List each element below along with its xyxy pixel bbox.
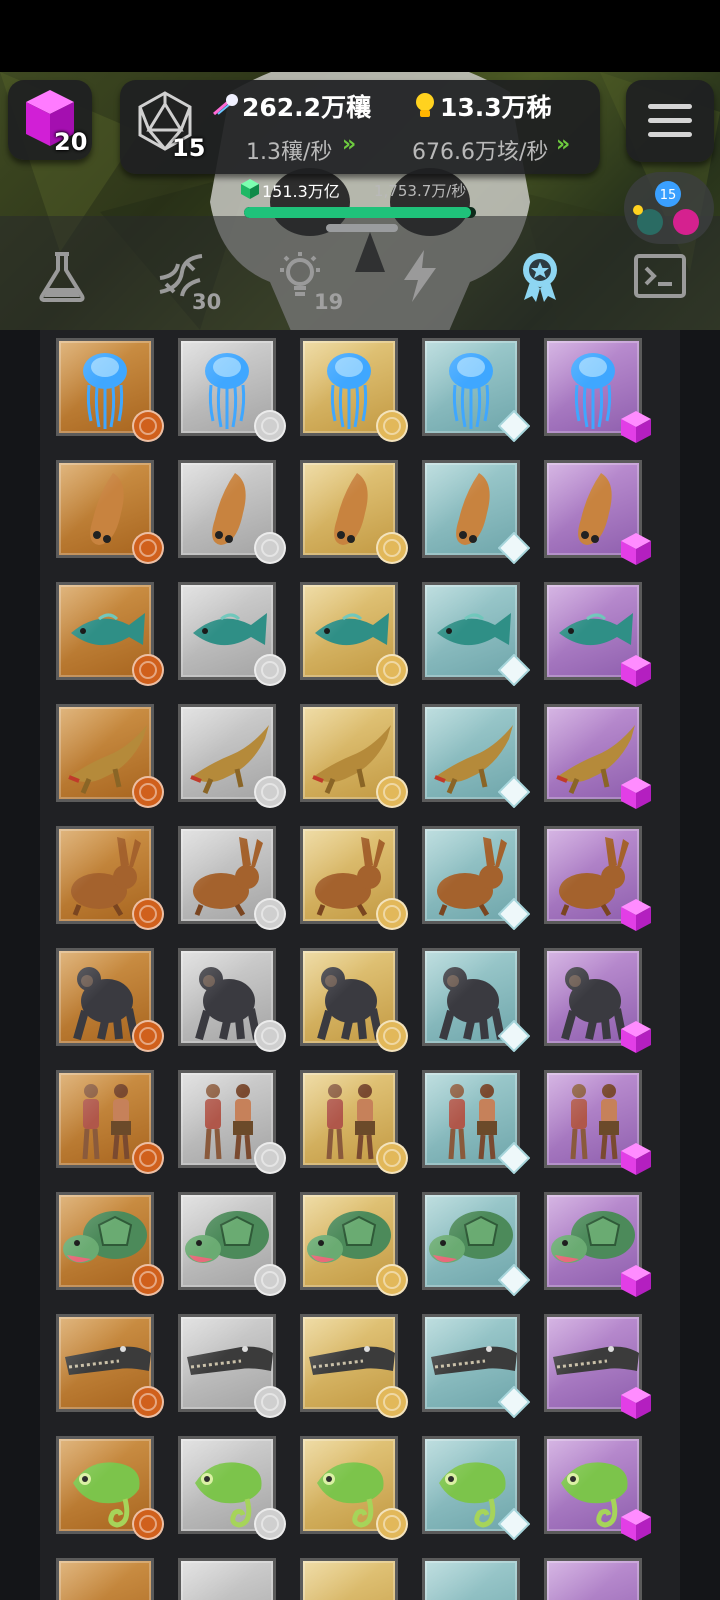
dna-value: 151.3万亿 [262,182,340,201]
bronze-coin-icon [132,1020,164,1052]
gold-coin-icon [376,1264,408,1296]
resources-panel: 15 262.2万穰 1.3穰/秒 » 13.3万秭 676.6万垓/秒 » [120,80,600,174]
bronze-coin-icon [132,1264,164,1296]
chevron-right-icon: » [342,132,356,157]
tab-achievements[interactable] [512,248,568,304]
lightning-icon [404,250,436,302]
amethyst-gem-icon [620,1020,652,1053]
bronze-coin-icon [132,1386,164,1418]
tab-research[interactable] [34,248,90,304]
dice-count: 15 [172,134,206,162]
game-screen: 20 15 262.2万穰 1.3穰/秒 » 13.3万秭 676.6万垓/秒 … [0,0,720,1600]
diamond-tier-icon [497,531,531,565]
silver-coin-icon [254,1386,286,1418]
silver-coin-icon [254,1508,286,1540]
amethyst-gem-icon [620,1386,652,1419]
silver-coin-icon [254,532,286,564]
diamond-tier-icon [497,1385,531,1419]
achievement-tile-next-silver[interactable] [178,1558,276,1600]
gold-coin-icon [376,654,408,686]
flask-icon [39,252,85,302]
tab-console[interactable] [632,248,688,304]
tab-boosts[interactable] [392,248,448,304]
silver-coin-icon [254,654,286,686]
bronze-coin-icon [132,532,164,564]
gold-coin-icon [376,898,408,930]
silver-coin-icon [254,410,286,442]
status-bar [0,0,720,72]
gems-button[interactable]: 20 [8,80,92,160]
achievement-tile-next-bronze[interactable] [56,1558,154,1600]
comet-icon [213,94,238,116]
genes-badge: 30 [192,290,222,314]
silver-coin-icon [254,1020,286,1052]
planet-map-button[interactable]: 15 [624,172,714,244]
bronze-coin-icon [132,898,164,930]
bronze-coin-icon [132,654,164,686]
diamond-tier-icon [497,897,531,931]
amethyst-gem-icon [620,532,652,565]
gold-coin-icon [376,1020,408,1052]
achievement-grid [40,330,680,1600]
amethyst-gem-icon [620,776,652,809]
silver-coin-icon [254,776,286,808]
diamond-tier-icon [497,653,531,687]
bronze-coin-icon [132,1142,164,1174]
color-orbs-icon: 15 [633,181,699,235]
green-cube-icon [241,179,259,199]
gold-coin-icon [376,410,408,442]
diamond-tier-icon [497,775,531,809]
diamond-tier-icon [497,1141,531,1175]
diamond-tier-icon [497,1019,531,1053]
gold-coin-icon [376,1142,408,1174]
dna-rate: 1,753.7万/秒 [374,182,467,200]
diamond-tier-icon [497,409,531,443]
chevron-right-icon: » [556,132,570,157]
bronze-coin-icon [132,1508,164,1540]
dna-progress-bar [244,207,476,218]
gold-coin-icon [376,1508,408,1540]
silver-coin-icon [254,898,286,930]
ideas-badge: 19 [314,290,344,314]
lightbulb-outline-icon [280,252,320,296]
terminal-icon [634,254,686,298]
drawer-handle[interactable] [326,224,398,232]
gems-count: 20 [54,128,88,156]
amethyst-gem-icon [620,1142,652,1175]
amethyst-gem-icon [620,898,652,931]
bronze-coin-icon [132,410,164,442]
amethyst-gem-icon [620,1264,652,1297]
gold-coin-icon [376,1386,408,1418]
achievement-tile-next-gold[interactable] [300,1558,398,1600]
gold-coin-icon [376,532,408,564]
resource-b-value: 13.3万秭 [440,93,552,122]
silver-coin-icon [254,1264,286,1296]
diamond-tier-icon [497,1507,531,1541]
amethyst-gem-icon [620,654,652,687]
bronze-coin-icon [132,776,164,808]
resource-a-value: 262.2万穰 [242,93,372,122]
menu-button[interactable] [626,80,714,162]
map-badge: 15 [660,188,677,203]
lightbulb-icon [416,93,434,117]
tab-bar [0,216,720,330]
amethyst-gem-icon [620,410,652,443]
achievement-tile-next-diamond[interactable] [422,1558,520,1600]
silver-coin-icon [254,1142,286,1174]
achievement-tile-next-amethyst[interactable] [544,1558,642,1600]
diamond-tier-icon [497,1263,531,1297]
amethyst-gem-icon [620,1508,652,1541]
gold-coin-icon [376,776,408,808]
resource-b-rate: 676.6万垓/秒 [412,140,549,165]
resource-a-rate: 1.3穰/秒 [246,140,333,165]
award-ribbon-icon [523,253,557,302]
